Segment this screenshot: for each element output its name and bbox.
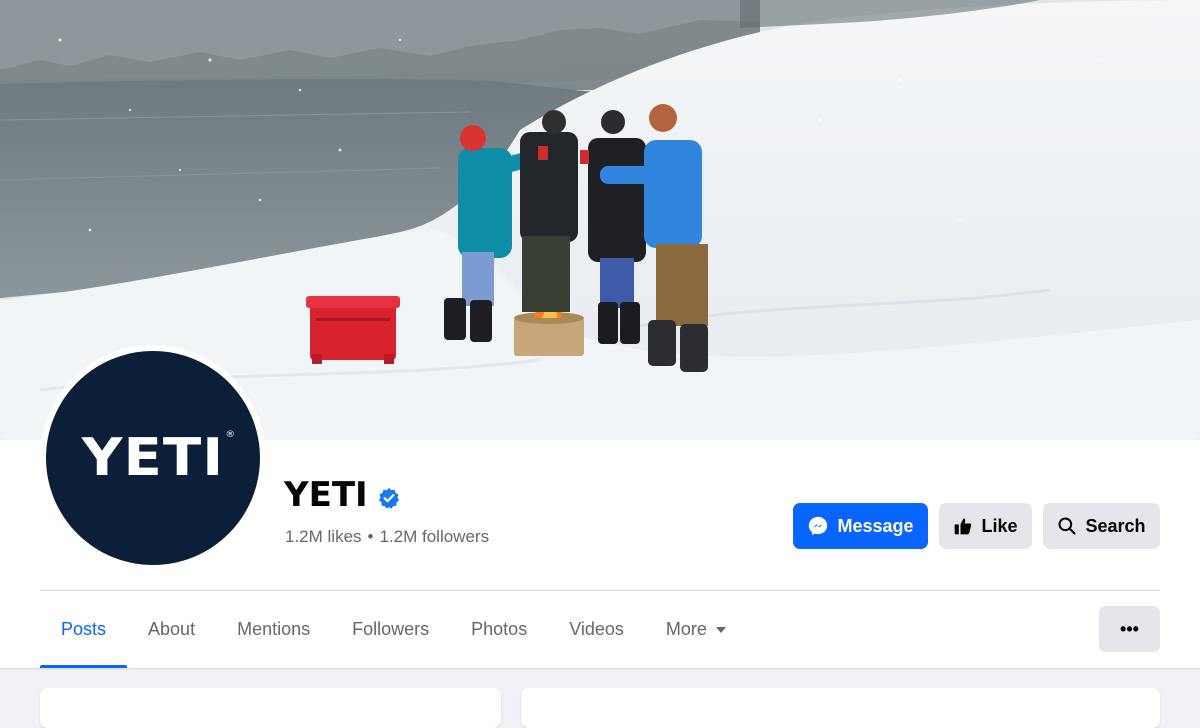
tab-more[interactable]: More — [645, 591, 748, 668]
page-tabs: Posts About Mentions Followers Photos Vi… — [40, 591, 748, 668]
create-post-card — [521, 688, 1160, 728]
tab-posts[interactable]: Posts — [40, 591, 128, 668]
stats-separator: • — [367, 527, 374, 546]
tab-label: Photos — [471, 619, 528, 639]
tab-photos[interactable]: Photos — [450, 591, 548, 668]
tab-followers[interactable]: Followers — [331, 591, 450, 668]
tab-videos[interactable]: Videos — [548, 591, 645, 668]
message-button[interactable]: Message — [793, 503, 928, 549]
like-label: Like — [981, 515, 1018, 536]
avatar: YETI ® — [46, 351, 260, 565]
likes-count[interactable]: 1.2M likes — [285, 527, 362, 547]
intro-card — [40, 688, 501, 728]
tab-label: Followers — [352, 619, 430, 639]
ellipsis-icon: ••• — [1120, 618, 1139, 639]
overflow-menu-button[interactable]: ••• — [1099, 606, 1160, 652]
person-2 — [520, 110, 578, 312]
tab-label: Posts — [61, 619, 107, 639]
yeti-logo: YETI ® — [81, 428, 235, 488]
page-actions: Message Like Search — [793, 503, 1160, 549]
messenger-icon — [809, 516, 828, 536]
tab-about[interactable]: About — [127, 591, 216, 668]
search-label: Search — [1085, 515, 1146, 536]
tab-label: Videos — [569, 619, 624, 639]
search-button[interactable]: Search — [1043, 503, 1160, 549]
tab-label: About — [148, 619, 196, 639]
cooler — [306, 296, 400, 364]
verified-badge-icon[interactable] — [378, 487, 400, 509]
message-label: Message — [837, 515, 914, 536]
tab-mentions[interactable]: Mentions — [216, 591, 331, 668]
avatar-logo-text: YETI — [81, 428, 225, 488]
avatar-logo-mark: ® — [225, 430, 236, 440]
page-title: YETI — [284, 475, 368, 515]
tab-label: Mentions — [237, 619, 311, 639]
tab-label: More — [665, 619, 707, 639]
caret-down-icon — [715, 626, 726, 633]
followers-count[interactable]: 1.2M followers — [379, 527, 489, 547]
page-title-row: YETI — [284, 475, 400, 515]
thumbs-up-icon — [955, 518, 972, 535]
like-button[interactable]: Like — [939, 503, 1032, 549]
page-stats: 1.2M likes • 1.2M followers — [285, 527, 489, 547]
search-icon — [1058, 517, 1076, 535]
profile-avatar[interactable]: YETI ® — [40, 345, 266, 571]
